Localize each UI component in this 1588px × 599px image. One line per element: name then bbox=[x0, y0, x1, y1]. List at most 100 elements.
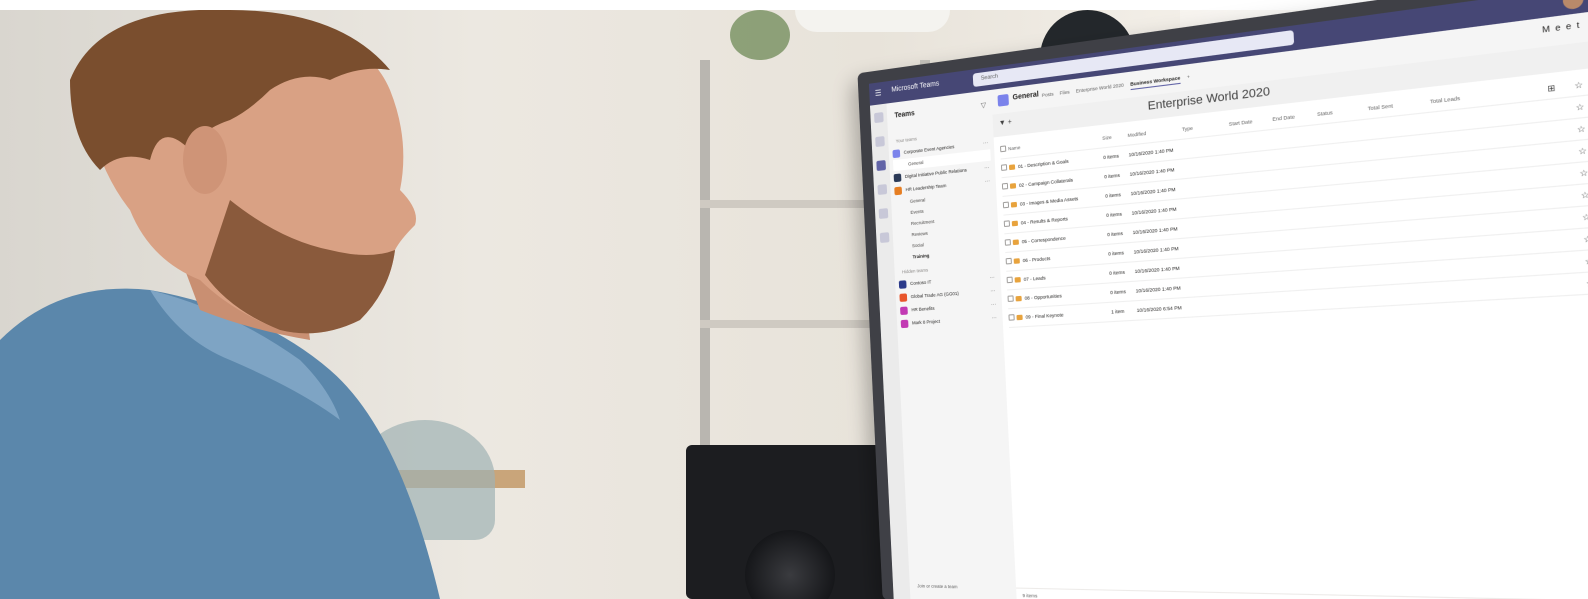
folder-label: 01 - Description & Goals bbox=[1017, 158, 1069, 170]
row-action-icons[interactable]: ☆ bbox=[1505, 277, 1588, 293]
folder-label: 06 - Products bbox=[1022, 255, 1051, 264]
teams-icon[interactable] bbox=[876, 160, 886, 172]
row-action-icons[interactable]: ☆ bbox=[1497, 123, 1588, 142]
team-name: Mark 8 Project bbox=[911, 318, 941, 326]
folder-label: 08 - Opportunities bbox=[1024, 293, 1062, 301]
more-options-icon[interactable]: ··· bbox=[983, 139, 990, 147]
more-options-icon[interactable]: ··· bbox=[991, 301, 998, 308]
more-options-icon[interactable]: ··· bbox=[990, 274, 997, 281]
folder-name[interactable]: 09 - Final Keynote bbox=[1016, 309, 1111, 321]
column-start-date[interactable]: Start Date bbox=[1229, 116, 1273, 127]
folder-icon bbox=[1009, 183, 1017, 190]
folder-size: 0 items bbox=[1103, 153, 1120, 161]
team-tile bbox=[893, 172, 902, 182]
folder-size: 0 items bbox=[1108, 250, 1125, 257]
row-action-icons[interactable]: ☆ bbox=[1503, 233, 1588, 250]
column-type[interactable]: Type bbox=[1182, 121, 1229, 132]
row-action-icons[interactable]: ☆ bbox=[1498, 145, 1588, 164]
folder-modified: 10/16/2020 6:54 PM bbox=[1136, 304, 1182, 314]
more-options-icon[interactable]: ··· bbox=[985, 178, 992, 185]
avatar[interactable] bbox=[1562, 0, 1584, 11]
folder-name[interactable]: 07 - Leads bbox=[1014, 270, 1110, 283]
tab-enterprise-world[interactable]: Enterprise World 2020 bbox=[1076, 82, 1124, 97]
folder-modified: 10/16/2020 1:40 PM bbox=[1130, 186, 1176, 197]
teams-screen: ☰ Microsoft Teams Search Teams ▽ Your te… bbox=[868, 0, 1588, 599]
column-total-sent[interactable]: Total Sent bbox=[1368, 99, 1431, 112]
row-action-icons[interactable]: ☆ bbox=[1502, 211, 1588, 228]
folder-label: 04 - Results & Reports bbox=[1020, 215, 1068, 226]
folder-modified: 10/16/2020 1:40 PM bbox=[1128, 147, 1174, 158]
calls-icon[interactable] bbox=[878, 208, 889, 219]
folder-modified: 10/16/2020 1:40 PM bbox=[1131, 206, 1177, 216]
folder-icon bbox=[1016, 314, 1023, 321]
man-in-denim-shirt bbox=[0, 9, 460, 599]
plant bbox=[730, 10, 790, 60]
folder-name[interactable]: 02 - Campaign Collaterals bbox=[1009, 174, 1104, 190]
channel-name: General bbox=[1012, 91, 1039, 102]
tab-posts[interactable]: Posts bbox=[1042, 91, 1054, 101]
folder-icon bbox=[1008, 164, 1016, 171]
status-bar: 9 items bbox=[1016, 587, 1588, 599]
office-background: ☰ Microsoft Teams Search Teams ▽ Your te… bbox=[0, 0, 1588, 599]
row-action-icons[interactable]: ☆ bbox=[1495, 101, 1588, 121]
team-tile bbox=[894, 186, 903, 195]
more-options-icon[interactable]: ··· bbox=[992, 315, 999, 322]
folder-icon bbox=[1015, 295, 1022, 302]
folder-label: 09 - Final Keynote bbox=[1025, 312, 1064, 320]
team-tile bbox=[898, 279, 907, 289]
folder-modified: 10/16/2020 1:40 PM bbox=[1133, 245, 1179, 255]
tab-business-workspace[interactable]: Business Workspace bbox=[1130, 75, 1181, 91]
ceiling-lamp bbox=[795, 10, 950, 32]
folder-size: 0 items bbox=[1104, 172, 1121, 180]
app-launcher-icon[interactable]: ☰ bbox=[875, 88, 882, 98]
column-status[interactable]: Status bbox=[1317, 106, 1368, 117]
folder-label: 03 - Images & Media Assets bbox=[1019, 195, 1079, 207]
folder-label: 07 - Leads bbox=[1023, 275, 1046, 282]
row-action-icons[interactable]: ☆ bbox=[1500, 189, 1588, 207]
calendar-icon[interactable] bbox=[877, 184, 888, 195]
computer-monitor: ☰ Microsoft Teams Search Teams ▽ Your te… bbox=[857, 0, 1588, 599]
folder-name[interactable]: 01 - Description & Goals bbox=[1008, 155, 1103, 171]
chat-icon[interactable] bbox=[875, 136, 885, 148]
folder-size: 0 items bbox=[1106, 211, 1123, 219]
files-icon[interactable] bbox=[879, 232, 890, 243]
folder-size: 0 items bbox=[1107, 230, 1124, 238]
team-tile bbox=[900, 305, 908, 315]
folder-icon bbox=[1013, 258, 1020, 265]
app-title: Microsoft Teams bbox=[891, 80, 940, 94]
more-options-icon[interactable]: ··· bbox=[990, 288, 997, 295]
team-name: Global Trade AG (GG01) bbox=[910, 290, 959, 300]
folder-label: 05 - Correspondence bbox=[1021, 235, 1066, 245]
folder-name[interactable]: 04 - Results & Reports bbox=[1011, 213, 1107, 227]
team-tile bbox=[899, 292, 908, 302]
column-size[interactable]: Size bbox=[1102, 133, 1128, 141]
folder-name[interactable]: 06 - Products bbox=[1013, 251, 1109, 265]
folder-icon bbox=[1014, 277, 1021, 283]
folder-size: 0 items bbox=[1105, 191, 1122, 199]
row-action-icons[interactable]: ☆ bbox=[1499, 167, 1588, 185]
column-total-leads[interactable]: Total Leads bbox=[1430, 91, 1495, 104]
channel-main: General Posts Files Enterprise World 202… bbox=[991, 11, 1588, 599]
folder-name[interactable]: 08 - Opportunities bbox=[1015, 290, 1111, 302]
folder-name[interactable]: 03 - Images & Media Assets bbox=[1010, 193, 1106, 208]
activity-icon[interactable] bbox=[874, 112, 884, 124]
filter-icon[interactable]: ▽ bbox=[981, 101, 987, 110]
meet-button[interactable]: Meet bbox=[1542, 21, 1585, 35]
join-team-link[interactable]: Join or create a team bbox=[917, 583, 957, 589]
more-options-icon[interactable]: ··· bbox=[984, 164, 991, 171]
folder-modified: 10/16/2020 1:40 PM bbox=[1129, 167, 1175, 177]
folder-size: 0 items bbox=[1110, 288, 1127, 296]
folder-label: 02 - Campaign Collaterals bbox=[1018, 177, 1074, 188]
filter-add-icons[interactable]: ▼ + bbox=[999, 119, 1012, 128]
add-tab-icon[interactable]: + bbox=[1187, 74, 1190, 83]
column-modified[interactable]: Modified bbox=[1128, 127, 1183, 138]
folder-modified: 10/16/2020 1:40 PM bbox=[1132, 226, 1178, 236]
folder-modified: 10/16/2020 1:40 PM bbox=[1135, 285, 1181, 294]
folder-icon bbox=[1010, 201, 1018, 208]
row-action-icons[interactable]: ☆ bbox=[1504, 255, 1588, 271]
column-end-date[interactable]: End Date bbox=[1272, 111, 1317, 122]
folder-name[interactable]: 05 - Correspondence bbox=[1012, 232, 1108, 246]
tab-files[interactable]: Files bbox=[1060, 89, 1070, 99]
teams-pane-title: Teams bbox=[894, 110, 915, 120]
team-list: Your teams Corporate Event Agencies ··· … bbox=[892, 121, 999, 330]
